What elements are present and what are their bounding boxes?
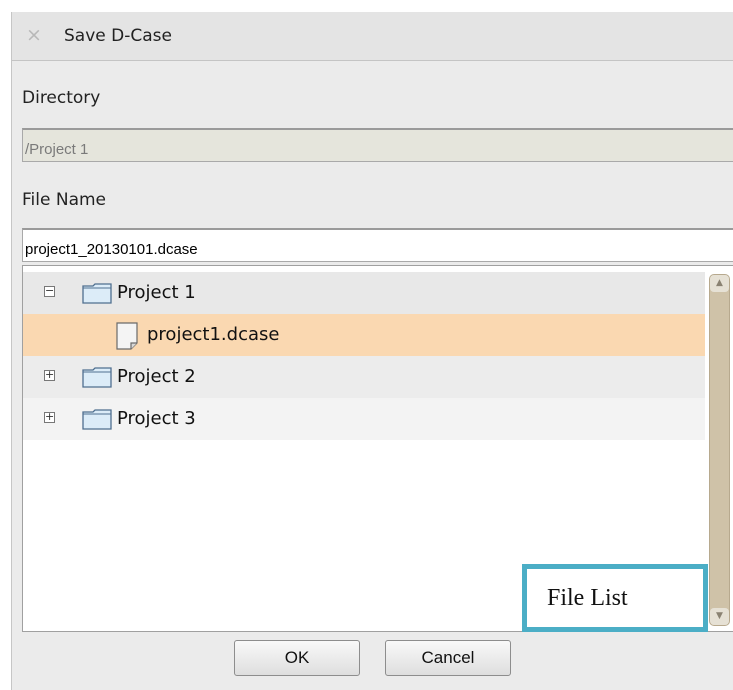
tree-item-project-2[interactable]: + Project 2 xyxy=(23,356,706,398)
directory-field[interactable] xyxy=(22,128,733,162)
folder-icon xyxy=(82,367,112,388)
expand-icon[interactable]: + xyxy=(44,411,55,423)
folder-icon xyxy=(82,409,112,430)
close-icon[interactable]: × xyxy=(26,24,42,46)
file-name-input[interactable] xyxy=(22,228,733,262)
cancel-button[interactable]: Cancel xyxy=(385,640,511,676)
vertical-scrollbar[interactable]: ▲ ▼ xyxy=(705,266,733,631)
folder-icon xyxy=(82,283,112,304)
scroll-up-icon[interactable]: ▲ xyxy=(710,275,729,292)
scroll-track[interactable]: ▲ ▼ xyxy=(709,274,730,626)
expand-icon[interactable]: + xyxy=(44,369,55,381)
tree-item-project-1[interactable]: − Project 1 xyxy=(23,272,706,314)
tree-item-project-3[interactable]: + Project 3 xyxy=(23,398,706,440)
tree-item-label: Project 1 xyxy=(117,282,196,303)
tree-item-project1-dcase[interactable]: project1.dcase xyxy=(23,314,706,356)
tree-item-label: project1.dcase xyxy=(147,324,280,345)
directory-label: Directory xyxy=(22,88,101,108)
title-bar: × Save D-Case xyxy=(12,12,733,61)
tree-item-label: Project 3 xyxy=(117,408,196,429)
file-name-label: File Name xyxy=(22,190,107,210)
save-dialog: × Save D-Case Directory File Name − Proj… xyxy=(11,12,733,690)
ok-button[interactable]: OK xyxy=(234,640,360,676)
callout-label: File List xyxy=(547,585,628,611)
scroll-down-icon[interactable]: ▼ xyxy=(710,608,729,625)
dialog-title: Save D-Case xyxy=(64,26,172,46)
document-icon xyxy=(116,322,138,350)
file-list[interactable]: − Project 1 project1.dcase + Project 2 + xyxy=(22,265,733,632)
file-list-callout: File List xyxy=(522,564,708,632)
collapse-icon[interactable]: − xyxy=(44,285,55,297)
tree-item-label: Project 2 xyxy=(117,366,196,387)
